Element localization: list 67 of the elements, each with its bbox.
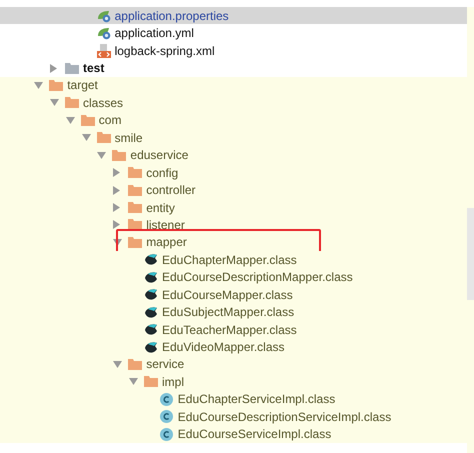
tree-row[interactable]: EduCourseDescriptionServiceImpl.class bbox=[0, 408, 467, 426]
file-name: config bbox=[146, 166, 178, 180]
bird-icon bbox=[144, 288, 158, 302]
file-name: logback-spring.xml bbox=[114, 44, 215, 58]
tree-row[interactable]: EduVideoMapper.class bbox=[0, 338, 467, 356]
file-name: EduTeacherMapper.class bbox=[162, 322, 297, 337]
tree-row[interactable]: EduChapterServiceImpl.class bbox=[0, 390, 467, 408]
bird-icon bbox=[144, 306, 158, 319]
bird-icon bbox=[144, 253, 158, 266]
tree-row[interactable]: EduCourseMapper.class bbox=[0, 286, 467, 304]
tree-row[interactable]: com bbox=[0, 112, 467, 130]
bird-icon bbox=[144, 340, 158, 354]
file-name: smile bbox=[114, 130, 143, 145]
tree-row[interactable]: EduChapterMapper.class bbox=[0, 251, 467, 269]
tree-row[interactable]: listener bbox=[0, 216, 467, 234]
bird-icon bbox=[144, 323, 158, 336]
collapse-arrow-icon[interactable] bbox=[82, 134, 91, 142]
collapse-arrow-icon[interactable] bbox=[34, 82, 44, 89]
file-name: EduSubjectMapper.class bbox=[162, 305, 294, 320]
expand-arrow-icon[interactable] bbox=[50, 64, 57, 73]
tree-row[interactable]: EduSubjectMapper.class bbox=[0, 303, 467, 321]
tree-row[interactable]: EduTeacherMapper.class bbox=[0, 320, 467, 338]
file-name: EduCourseDescriptionMapper.class bbox=[162, 270, 353, 284]
leaf-gear-icon bbox=[96, 26, 111, 40]
file-name: EduChapterServiceImpl.class bbox=[178, 392, 336, 406]
file-name: service bbox=[146, 357, 184, 372]
tree-row[interactable]: eduservice bbox=[0, 146, 467, 164]
file-name: EduCourseMapper.class bbox=[162, 288, 293, 302]
file-name: entity bbox=[146, 200, 175, 215]
xml-file-icon bbox=[96, 44, 111, 58]
file-name: mapper bbox=[146, 235, 187, 250]
file-name: test bbox=[83, 61, 104, 76]
collapse-arrow-icon[interactable] bbox=[129, 378, 138, 386]
file-name: eduservice bbox=[130, 148, 188, 162]
tree-row[interactable]: target bbox=[0, 76, 467, 94]
collapse-arrow-icon[interactable] bbox=[50, 99, 59, 106]
tree-row[interactable]: smile bbox=[0, 129, 467, 146]
class-icon bbox=[160, 428, 173, 441]
file-name: target bbox=[67, 78, 98, 92]
class-icon bbox=[160, 392, 173, 406]
file-name: EduChapterMapper.class bbox=[162, 252, 297, 267]
collapse-arrow-icon[interactable] bbox=[97, 152, 106, 159]
tree-row[interactable]: service bbox=[0, 356, 467, 374]
leaf-gear-icon bbox=[96, 8, 111, 23]
bird-icon bbox=[144, 270, 158, 284]
file-name: listener bbox=[146, 218, 185, 232]
file-name: EduVideoMapper.class bbox=[162, 340, 285, 354]
file-name: com bbox=[98, 113, 122, 128]
collapse-arrow-icon[interactable] bbox=[113, 238, 122, 246]
file-name: application.yml bbox=[114, 26, 194, 40]
tree-row[interactable]: EduCourseServiceImpl.class bbox=[0, 426, 467, 443]
file-name: impl bbox=[162, 374, 184, 389]
tree-row[interactable]: controller bbox=[0, 181, 467, 199]
tree-row[interactable]: entity bbox=[0, 198, 467, 216]
tree-row[interactable]: EduCourseDescriptionMapper.class bbox=[0, 268, 467, 286]
collapse-arrow-icon[interactable] bbox=[66, 116, 75, 124]
file-name: EduCourseServiceImpl.class bbox=[178, 427, 332, 442]
tree-row[interactable]: classes bbox=[0, 94, 467, 112]
file-name: classes bbox=[83, 96, 124, 110]
class-icon bbox=[160, 410, 173, 424]
file-name: controller bbox=[146, 183, 196, 198]
file-name: application.properties bbox=[114, 8, 229, 23]
collapse-arrow-icon[interactable] bbox=[113, 360, 122, 368]
tree-row[interactable]: config bbox=[0, 164, 467, 182]
tree-row[interactable]: impl bbox=[0, 373, 467, 391]
selected-tree-row[interactable]: application.properties bbox=[0, 7, 467, 24]
file-name: EduCourseDescriptionServiceImpl.class bbox=[178, 410, 392, 424]
